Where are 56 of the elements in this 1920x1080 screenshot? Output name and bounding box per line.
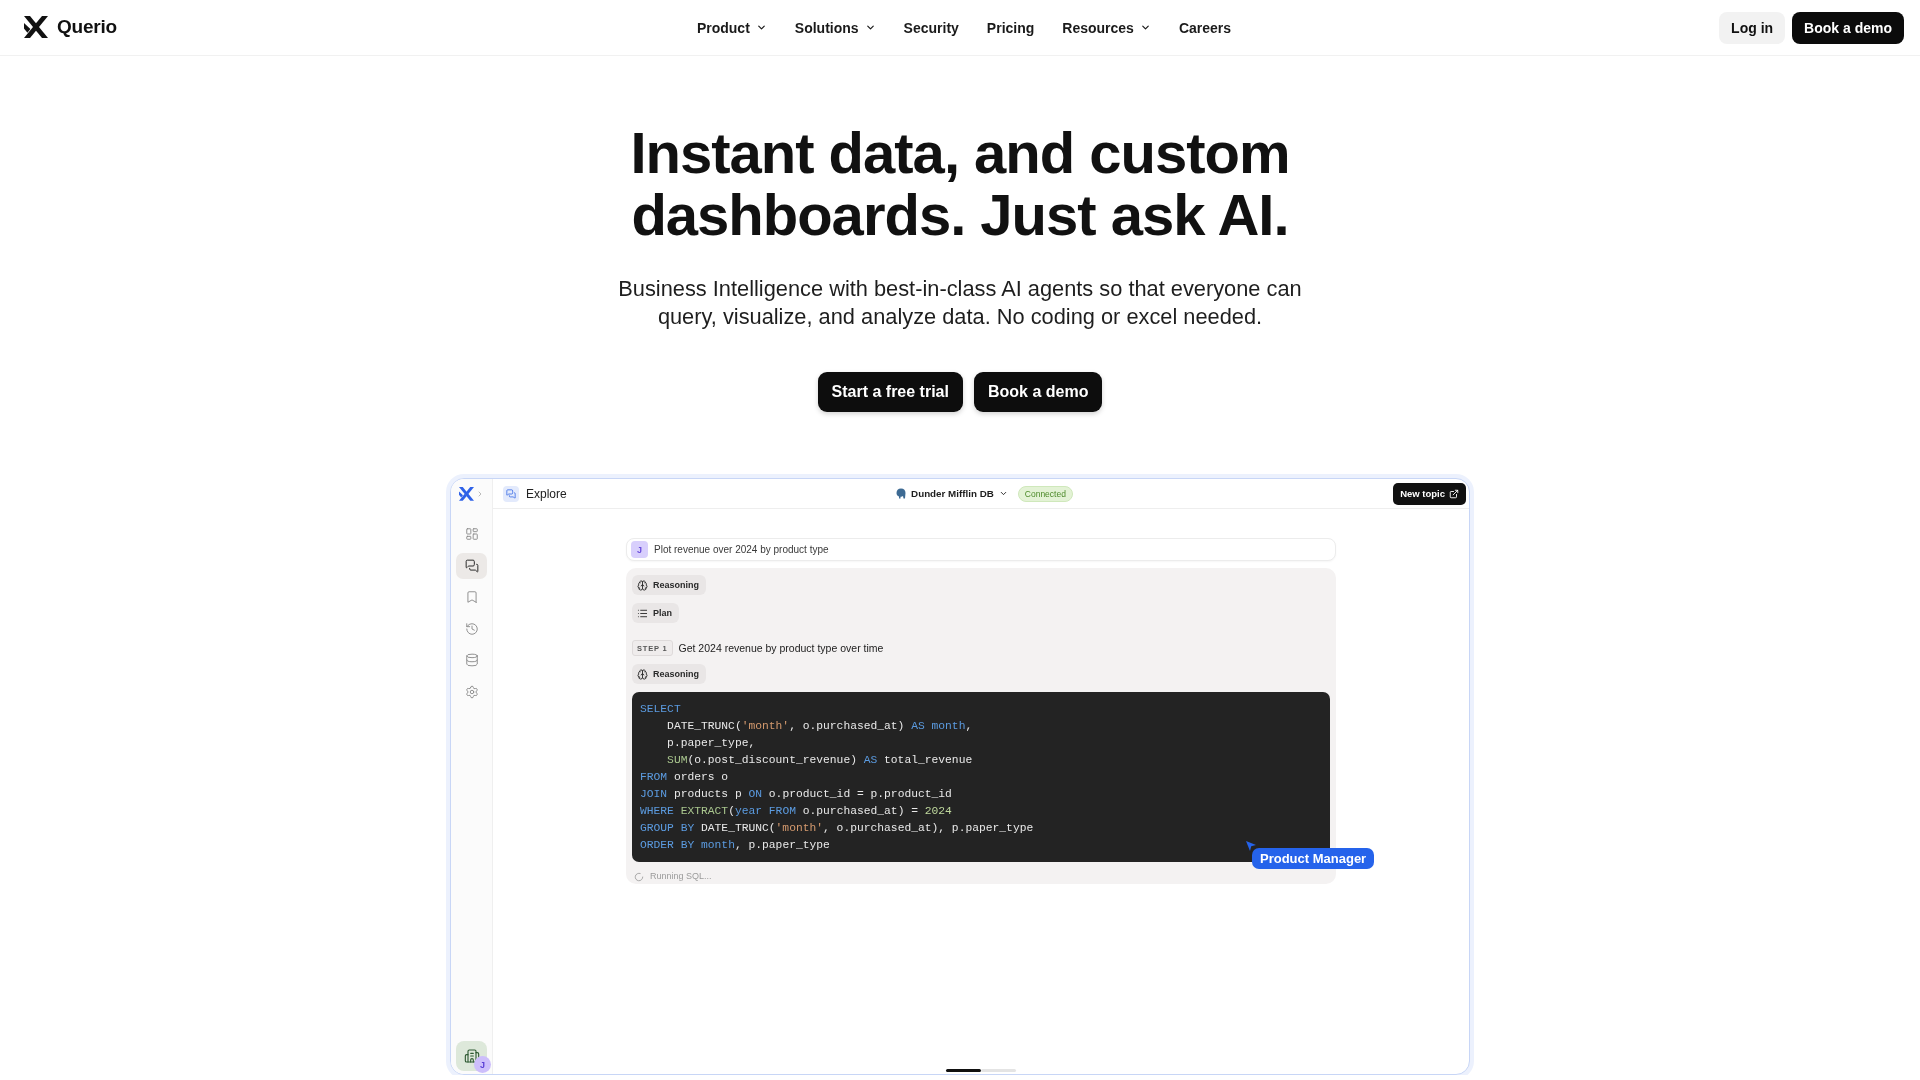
settings-icon — [464, 684, 479, 699]
hero-title: Instant data, and custom dashboards. Just ask AI. — [629, 122, 1291, 246]
code-line: SELECT — [640, 701, 681, 717]
building-icon — [463, 1048, 480, 1064]
reasoning-toggle[interactable]: Reasoning — [632, 664, 706, 684]
new-topic-button[interactable]: New topic — [1393, 482, 1466, 505]
bookmark-icon — [464, 590, 479, 604]
dashboard-icon — [464, 527, 479, 541]
pager-segment[interactable] — [946, 1069, 981, 1072]
nav-link[interactable]: Careers — [1178, 19, 1232, 36]
chevron-down-icon — [998, 489, 1008, 498]
chevron-right-icon — [476, 490, 484, 498]
history-icon — [464, 621, 479, 636]
chat-icon — [503, 485, 519, 502]
code-line: JOIN products p ON o.product_id = p.product_id — [640, 786, 952, 802]
message-text: Plot revenue over 2024 by product type — [654, 544, 829, 555]
code-line: p.paper_type, — [666, 735, 756, 751]
external-link-icon — [1449, 488, 1459, 499]
nav-link[interactable]: Product — [696, 19, 767, 36]
plan-toggle[interactable]: Plan — [632, 603, 679, 623]
nav-link[interactable]: Resources — [1062, 19, 1151, 36]
code-line: ORDER BY month, p.paper_type — [640, 837, 830, 853]
db-icon — [896, 488, 907, 499]
nav-link[interactable]: Security — [903, 19, 959, 36]
nav-link[interactable]: Pricing — [986, 19, 1035, 36]
brand-name: Querio — [57, 16, 118, 39]
cursor-label: Product Manager — [1252, 848, 1375, 869]
code-line: SUM(o.post_discount_revenue) AS total_revenue — [666, 752, 973, 768]
connection-status: Connected — [1017, 485, 1073, 502]
hero-subtitle: Business Intelligence with best-in-class AI agents so that everyone can query, visualize, and analyze data. No coding or excel needed. — [617, 275, 1303, 331]
logo-icon — [24, 16, 48, 39]
page-title: Explore — [526, 486, 567, 501]
code-line: FROM orders o — [640, 769, 729, 785]
user-avatar: J — [474, 1056, 491, 1073]
spinner-icon — [634, 871, 644, 882]
brain-icon — [637, 668, 648, 680]
logo-icon — [459, 487, 474, 501]
book-demo-button[interactable]: Book a demo — [973, 372, 1103, 412]
step-title: Get 2024 revenue by product type over time — [678, 642, 884, 654]
code-line: DATE_TRUNC('month', o.purchased_at) AS month, — [666, 718, 973, 734]
database-selector[interactable]: Dunder Mifflin DB — [896, 488, 1008, 499]
list-icon — [637, 607, 648, 619]
cursor-icon — [1246, 841, 1256, 851]
login-button[interactable]: Log in — [1719, 11, 1786, 44]
status-text: Running SQL... — [650, 870, 712, 883]
start-trial-button[interactable]: Start a free trial — [817, 372, 963, 412]
brain-icon — [637, 579, 648, 591]
sidebar-item[interactable] — [456, 552, 487, 579]
book-demo-button[interactable]: Book a demo — [1792, 11, 1904, 44]
user-avatar: J — [631, 541, 648, 558]
reasoning-toggle[interactable]: Reasoning — [632, 575, 706, 595]
code-line: GROUP BY DATE_TRUNC('month', o.purchased_at), p.paper_type — [640, 820, 1034, 836]
code-line: WHERE EXTRACT(year FROM o.purchased_at) = 2024 — [640, 803, 952, 819]
chat-icon — [464, 558, 479, 573]
nav-link[interactable]: Solutions — [794, 19, 876, 36]
database-icon — [464, 653, 479, 667]
